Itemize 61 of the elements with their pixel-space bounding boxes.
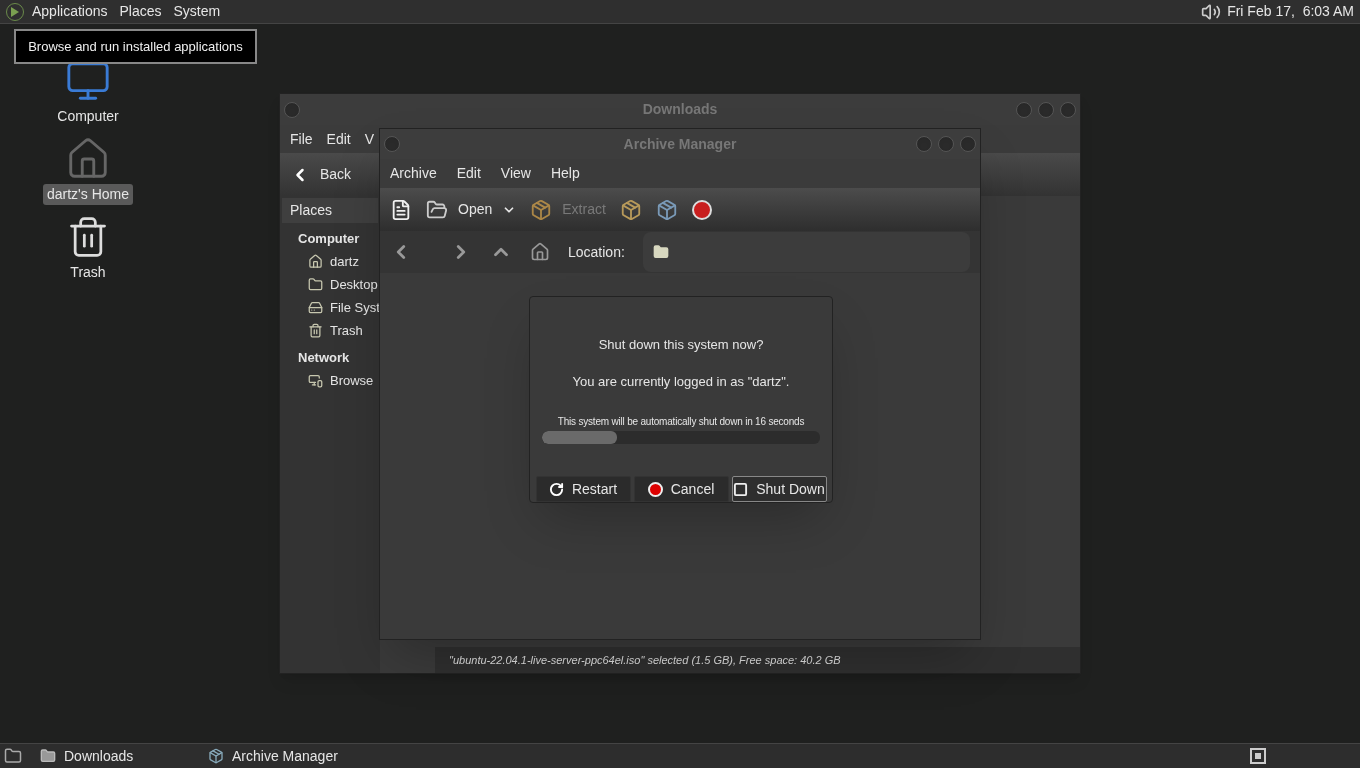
toolbar-button[interactable]: Open xyxy=(426,198,517,221)
folder-icon xyxy=(308,277,323,292)
sidebar-heading: Network xyxy=(297,348,351,367)
sidebar-header[interactable]: Places xyxy=(282,198,378,223)
menu-item[interactable]: File xyxy=(290,128,313,150)
toolbar-icon-button[interactable] xyxy=(691,199,712,220)
countdown-text: This system will be automatically shut down in 16 seconds xyxy=(557,415,805,429)
dialog-button[interactable]: Restart xyxy=(535,476,631,502)
menu-item[interactable]: Archive xyxy=(390,163,437,184)
drive-icon xyxy=(308,300,323,315)
menu-item[interactable]: Edit xyxy=(326,128,351,150)
dialog-button[interactable]: Shut Down xyxy=(731,476,827,502)
folder-icon xyxy=(40,748,56,764)
stop-icon xyxy=(691,199,712,220)
back-button[interactable]: Back xyxy=(290,164,352,185)
panel-menu[interactable]: System xyxy=(173,1,221,22)
panel-menu[interactable]: Applications xyxy=(32,1,108,22)
window-title: Archive Manager xyxy=(623,134,737,154)
location-label: Location: xyxy=(568,242,625,262)
package-icon xyxy=(530,198,553,221)
trash-icon xyxy=(308,323,323,338)
toolbar-icon-button[interactable] xyxy=(390,198,412,221)
status-bar: "ubuntu-22.04.1-live-server-ppc64el.iso" selected (1.5 GB), Free space: 40.2 GB xyxy=(435,647,1080,673)
package-icon xyxy=(655,198,678,221)
sidebar-item[interactable]: Trash xyxy=(280,319,380,342)
package-icon xyxy=(619,198,642,221)
tooltip: Browse and run installed applications xyxy=(14,29,257,64)
sidebar-item[interactable]: File Syst xyxy=(280,296,380,319)
folder-icon xyxy=(426,198,448,221)
taskbar-button[interactable]: Downloads xyxy=(40,745,208,767)
restart-icon xyxy=(548,481,564,497)
package-icon xyxy=(208,748,224,764)
desktop-icon-label[interactable]: dartz's Home xyxy=(43,184,133,205)
show-desktop-icon[interactable] xyxy=(4,747,22,765)
menu-item[interactable]: Help xyxy=(550,163,580,184)
window-title: Downloads xyxy=(642,100,718,119)
volume-icon[interactable] xyxy=(1201,1,1222,22)
network-icon xyxy=(308,373,323,388)
sidebar-heading: Computer xyxy=(297,229,361,248)
dialog-button[interactable]: Cancel xyxy=(633,476,729,502)
stop-icon xyxy=(647,481,663,497)
desktop-icon-label[interactable]: Trash xyxy=(66,262,110,283)
home-icon xyxy=(308,254,323,269)
new-file-icon xyxy=(390,198,412,221)
dialog-message: You are currently logged in as "dartz". xyxy=(572,372,790,391)
home-icon[interactable] xyxy=(530,242,550,262)
panel-menu[interactable]: Places xyxy=(119,1,162,22)
location-field[interactable] xyxy=(642,232,970,272)
clock[interactable]: Fri Feb 17, 6:03 AM xyxy=(1227,1,1354,22)
menu-item[interactable]: Edit xyxy=(456,163,481,184)
folder-icon xyxy=(652,244,669,260)
menu-item[interactable]: V xyxy=(364,128,375,150)
toolbar-icon-button[interactable] xyxy=(619,198,642,221)
sidebar-item[interactable]: dartz xyxy=(280,250,380,273)
sidebar-item[interactable]: Browse xyxy=(280,369,380,392)
sidebar-item[interactable]: Desktop xyxy=(280,273,380,296)
menu-item[interactable]: View xyxy=(500,163,531,184)
taskbar-button[interactable]: Archive Manager xyxy=(208,745,376,767)
workspace-switcher-icon[interactable] xyxy=(1250,748,1266,764)
desktop-icon-label[interactable]: Computer xyxy=(53,106,123,127)
dialog-title: Shut down this system now? xyxy=(598,336,764,354)
